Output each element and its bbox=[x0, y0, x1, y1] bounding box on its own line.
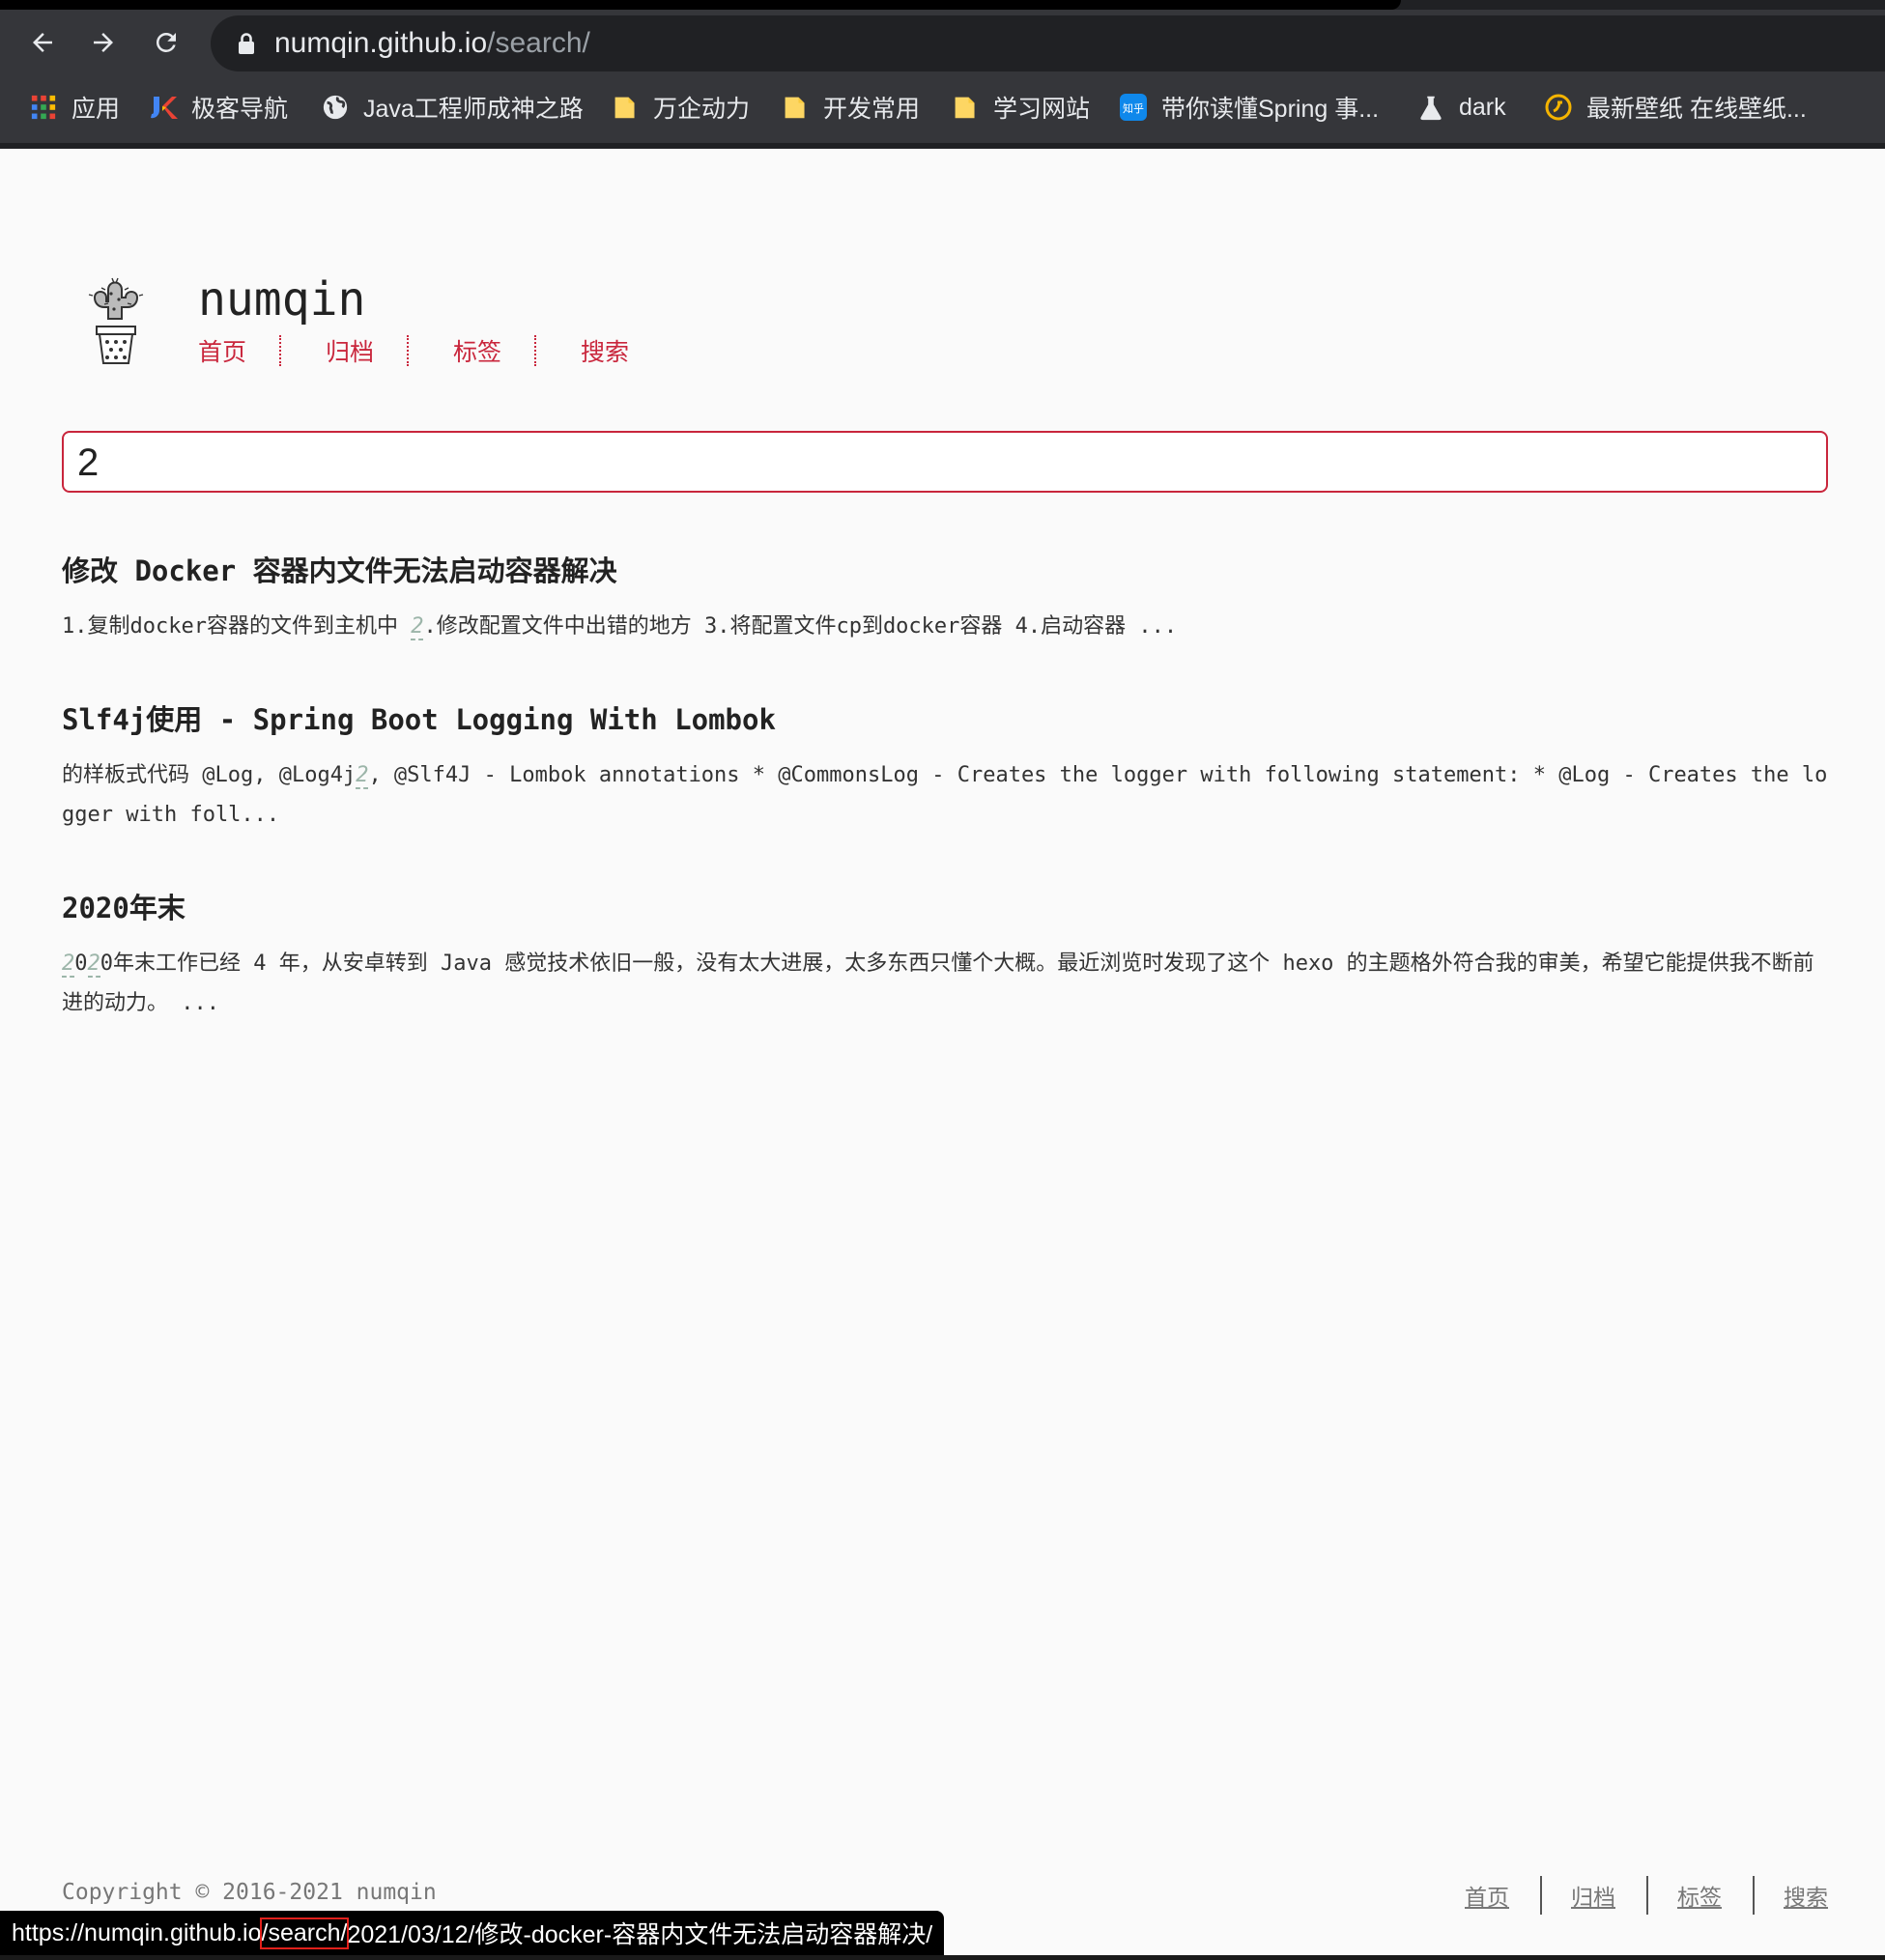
footer-nav: 首页 归档 标签 搜索 bbox=[1465, 1876, 1828, 1915]
zhihu-icon: 知乎 bbox=[1119, 93, 1148, 122]
reload-icon bbox=[156, 32, 176, 52]
geek-nav-icon bbox=[149, 93, 178, 122]
footer-nav-home[interactable]: 首页 bbox=[1465, 1879, 1509, 1912]
nav-search[interactable]: 搜索 bbox=[581, 333, 629, 368]
address-bar[interactable]: numqin.github.io/search/ bbox=[211, 15, 1885, 71]
keyword-highlight: 2 bbox=[356, 763, 369, 789]
search-result: 修改 Docker 容器内文件无法启动容器解决 1.复制docker容器的文件到… bbox=[62, 549, 1828, 646]
bookmark-java-engineer[interactable]: Java工程师成神之路 bbox=[321, 85, 584, 129]
apps-grid-icon bbox=[29, 93, 58, 122]
nav-home[interactable]: 首页 bbox=[198, 333, 246, 368]
toolbar-divider bbox=[0, 143, 1885, 149]
nav-tags[interactable]: 标签 bbox=[453, 333, 501, 368]
lock-icon bbox=[239, 33, 254, 54]
search-box bbox=[62, 431, 1828, 493]
url-text[interactable]: numqin.github.io/search/ bbox=[274, 27, 590, 60]
footer-nav-archive[interactable]: 归档 bbox=[1571, 1879, 1615, 1912]
browser-chrome: numqin.github.io/search/ 应用 极客导航 Java工程师… bbox=[0, 0, 1885, 149]
bookmark-label: dark bbox=[1459, 93, 1506, 121]
globe-icon bbox=[321, 93, 350, 122]
bookmark-geek-nav[interactable]: 极客导航 bbox=[149, 85, 288, 129]
bookmark-label: 应用 bbox=[71, 96, 121, 123]
site-title[interactable]: numqin bbox=[198, 272, 365, 327]
nav-archive[interactable]: 归档 bbox=[326, 333, 374, 368]
url-path: /search/ bbox=[487, 27, 590, 59]
flask-icon bbox=[1416, 93, 1445, 122]
bookmark-dark[interactable]: dark bbox=[1416, 85, 1506, 129]
bookmark-apps[interactable]: 应用 bbox=[29, 85, 120, 129]
nav-divider bbox=[534, 335, 537, 366]
footer-nav-search[interactable]: 搜索 bbox=[1784, 1879, 1828, 1912]
nav-divider bbox=[279, 335, 282, 366]
bookmark-folder-dev[interactable]: 开发常用 bbox=[781, 85, 920, 129]
footer-nav-divider bbox=[1753, 1876, 1755, 1915]
active-tab[interactable] bbox=[0, 0, 1401, 10]
tab-strip bbox=[0, 0, 1885, 10]
keyword-highlight: 2 bbox=[411, 614, 424, 640]
arrow-left-icon bbox=[33, 33, 52, 52]
forward-button[interactable] bbox=[82, 21, 125, 64]
footer-nav-divider bbox=[1540, 1876, 1542, 1915]
bookmark-label: 开发常用 bbox=[823, 96, 921, 123]
site-logo[interactable] bbox=[79, 272, 149, 369]
bookmark-wallpaper[interactable]: 最新壁纸 在线壁纸... bbox=[1544, 85, 1807, 129]
keyword-highlight: 2 bbox=[87, 952, 100, 978]
folder-icon bbox=[781, 93, 810, 122]
wallpaper-icon bbox=[1544, 93, 1573, 122]
link-status-bar: https://numqin.github.io/search/2021/03/… bbox=[0, 1911, 945, 1955]
window-bottom-edge bbox=[0, 1955, 1885, 1960]
nav-divider bbox=[407, 335, 410, 366]
result-excerpt: 的样板式代码 @Log, @Log4j2, @Slf4J - Lombok an… bbox=[62, 763, 1828, 827]
status-url-rest: 2021/03/12/修改-docker-容器内文件无法启动容器解决/ bbox=[347, 1921, 933, 1948]
search-result: 2020年末 2020年末工作已经 4 年，从安卓转到 Java 感觉技术依旧一… bbox=[62, 886, 1828, 1023]
status-url-highlighted: /search/ bbox=[259, 1917, 350, 1949]
result-excerpt: 2020年末工作已经 4 年，从安卓转到 Java 感觉技术依旧一般，没有太大进… bbox=[62, 952, 1814, 1015]
folder-icon bbox=[951, 93, 980, 122]
footer-nav-tags[interactable]: 标签 bbox=[1677, 1879, 1722, 1912]
bookmark-label: 万企动力 bbox=[653, 96, 751, 123]
status-url-host: https://numqin.github.io bbox=[12, 1918, 262, 1946]
arrow-right-icon bbox=[94, 33, 113, 52]
bookmark-zhihu-spring[interactable]: 知乎 带你读懂Spring 事... bbox=[1119, 85, 1379, 129]
bookmark-folder-wanqi[interactable]: 万企动力 bbox=[611, 85, 750, 129]
svg-text:知乎: 知乎 bbox=[1123, 101, 1144, 115]
result-excerpt: 1.复制docker容器的文件到主机中 2.修改配置文件中出错的地方 3.将配置… bbox=[62, 614, 1178, 640]
back-button[interactable] bbox=[21, 21, 64, 64]
search-result: Slf4j使用 - Spring Boot Logging With Lombo… bbox=[62, 697, 1828, 835]
result-title[interactable]: 2020年末 bbox=[62, 886, 1828, 926]
url-host: numqin.github.io bbox=[274, 27, 488, 59]
search-input[interactable] bbox=[77, 439, 1807, 487]
footer-nav-divider bbox=[1646, 1876, 1648, 1915]
result-title[interactable]: Slf4j使用 - Spring Boot Logging With Lombo… bbox=[62, 697, 1828, 738]
bookmark-label: 最新壁纸 在线壁纸... bbox=[1586, 96, 1807, 123]
bookmark-label: 学习网站 bbox=[993, 96, 1091, 123]
bookmark-label: Java工程师成神之路 bbox=[363, 96, 584, 123]
cactus-logo-icon bbox=[88, 277, 144, 364]
keyword-highlight: 2 bbox=[62, 952, 75, 978]
result-title[interactable]: 修改 Docker 容器内文件无法启动容器解决 bbox=[62, 549, 1828, 589]
bookmark-folder-learning[interactable]: 学习网站 bbox=[951, 85, 1090, 129]
bookmark-label: 带你读懂Spring 事... bbox=[1161, 96, 1380, 123]
site-nav: 首页 归档 标签 搜索 bbox=[198, 333, 629, 368]
folder-icon bbox=[611, 93, 640, 122]
copyright: Copyright © 2016-2021 numqin bbox=[62, 1880, 437, 1905]
bookmark-label: 极客导航 bbox=[191, 96, 289, 123]
bookmarks-bar: 应用 极客导航 Java工程师成神之路 万企动力 开发常用 学习网站 知乎 带你… bbox=[0, 85, 1885, 129]
reload-button[interactable] bbox=[145, 21, 187, 64]
